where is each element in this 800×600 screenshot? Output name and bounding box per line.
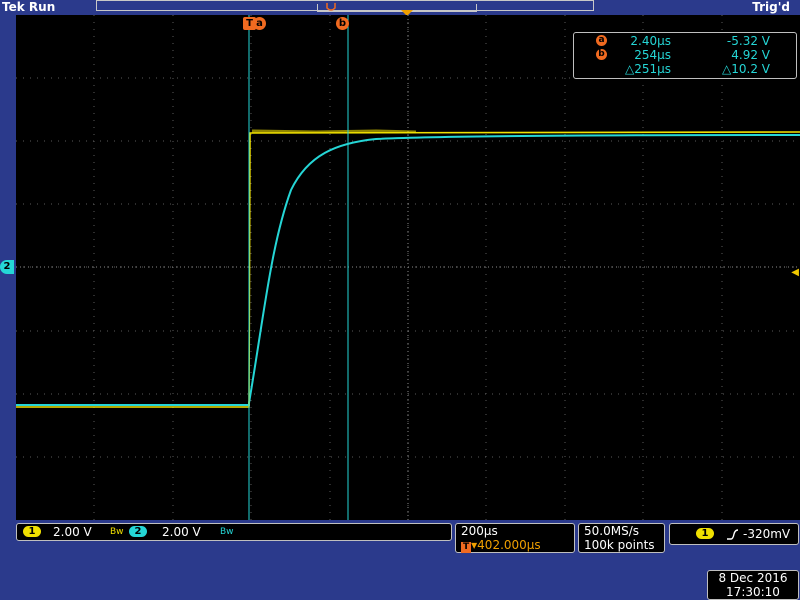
ch2-scale: 2.00 V xyxy=(162,525,201,539)
marker-a-icon: a xyxy=(596,35,607,46)
acquisition-box[interactable]: 50.0MS/s 100k points xyxy=(578,523,665,553)
delta-value: △10.2 V xyxy=(722,62,770,76)
delta-time: △251µs xyxy=(624,62,671,76)
readout-row-b: b 254µs 4.92 V xyxy=(574,48,796,62)
cursor-readout: a 2.40µs -5.32 V b 254µs 4.92 V △251µs △… xyxy=(573,32,797,79)
ch1-badge[interactable]: 1 xyxy=(23,526,41,537)
cursor-a-time: 2.40µs xyxy=(630,34,671,48)
trigger-level: -320mV xyxy=(743,527,791,541)
trigger-position-icon xyxy=(326,3,336,11)
channel-scales[interactable]: 1 2.00 V Bw 2 2.00 V Bw xyxy=(16,523,452,541)
trigger-status: Trig'd xyxy=(752,0,790,14)
ch2-bandwidth-icon: Bw xyxy=(220,527,234,537)
ch1-noise xyxy=(251,129,417,134)
ch1-bandwidth-icon: Bw xyxy=(110,527,124,537)
ch2-badge[interactable]: 2 xyxy=(129,526,147,537)
trigger-level-arrow-icon[interactable]: ◀ xyxy=(791,268,799,278)
trigger-position-value: 402.000µs xyxy=(477,538,541,552)
brand-logo: Tek xyxy=(2,0,25,14)
trigger-box[interactable]: 1 -320mV xyxy=(669,523,799,545)
timebase-scale: 200µs xyxy=(461,524,498,538)
cursor-b-value: 4.92 V xyxy=(731,48,770,62)
ch1-scale: 2.00 V xyxy=(53,525,92,539)
timebase-box[interactable]: 200µs T ▾402.000µs xyxy=(455,523,575,553)
bottom-panel: 1 2.00 V Bw 2 2.00 V Bw 200µs T ▾402.000µ… xyxy=(0,520,800,600)
marker-b-icon: b xyxy=(596,49,607,60)
cursor-a-marker[interactable]: a xyxy=(253,17,266,30)
time: 17:30:10 xyxy=(726,585,780,599)
cursor-b-marker[interactable]: b xyxy=(336,17,349,30)
rising-edge-icon xyxy=(727,529,739,540)
readout-row-delta: △251µs △10.2 V xyxy=(574,62,796,76)
ch2-ground-marker[interactable]: 2 xyxy=(0,260,14,274)
record-view-bar[interactable] xyxy=(96,0,594,12)
date: 8 Dec 2016 xyxy=(718,571,788,585)
sample-rate: 50.0MS/s xyxy=(584,524,639,538)
cursor-a-value: -5.32 V xyxy=(726,34,770,48)
cursor-b-time: 254µs xyxy=(634,48,671,62)
trigger-position-badge: T xyxy=(461,542,472,553)
record-length: 100k points xyxy=(584,538,655,552)
graticule xyxy=(16,15,800,520)
status-bar: Tek Run Trig'd xyxy=(0,0,800,16)
waveform-display[interactable]: T a b a 2.40µs -5.32 V b 254µs 4.92 V △2… xyxy=(16,15,800,520)
trigger-position: T ▾402.000µs xyxy=(461,538,541,553)
readout-row-a: a 2.40µs -5.32 V xyxy=(574,34,796,48)
brand-state: Tek Run xyxy=(2,0,55,15)
date-time-box: 8 Dec 2016 17:30:10 xyxy=(707,570,799,600)
record-view-window[interactable] xyxy=(317,4,477,12)
run-state: Run xyxy=(28,0,56,14)
trigger-source-badge: 1 xyxy=(696,528,714,539)
